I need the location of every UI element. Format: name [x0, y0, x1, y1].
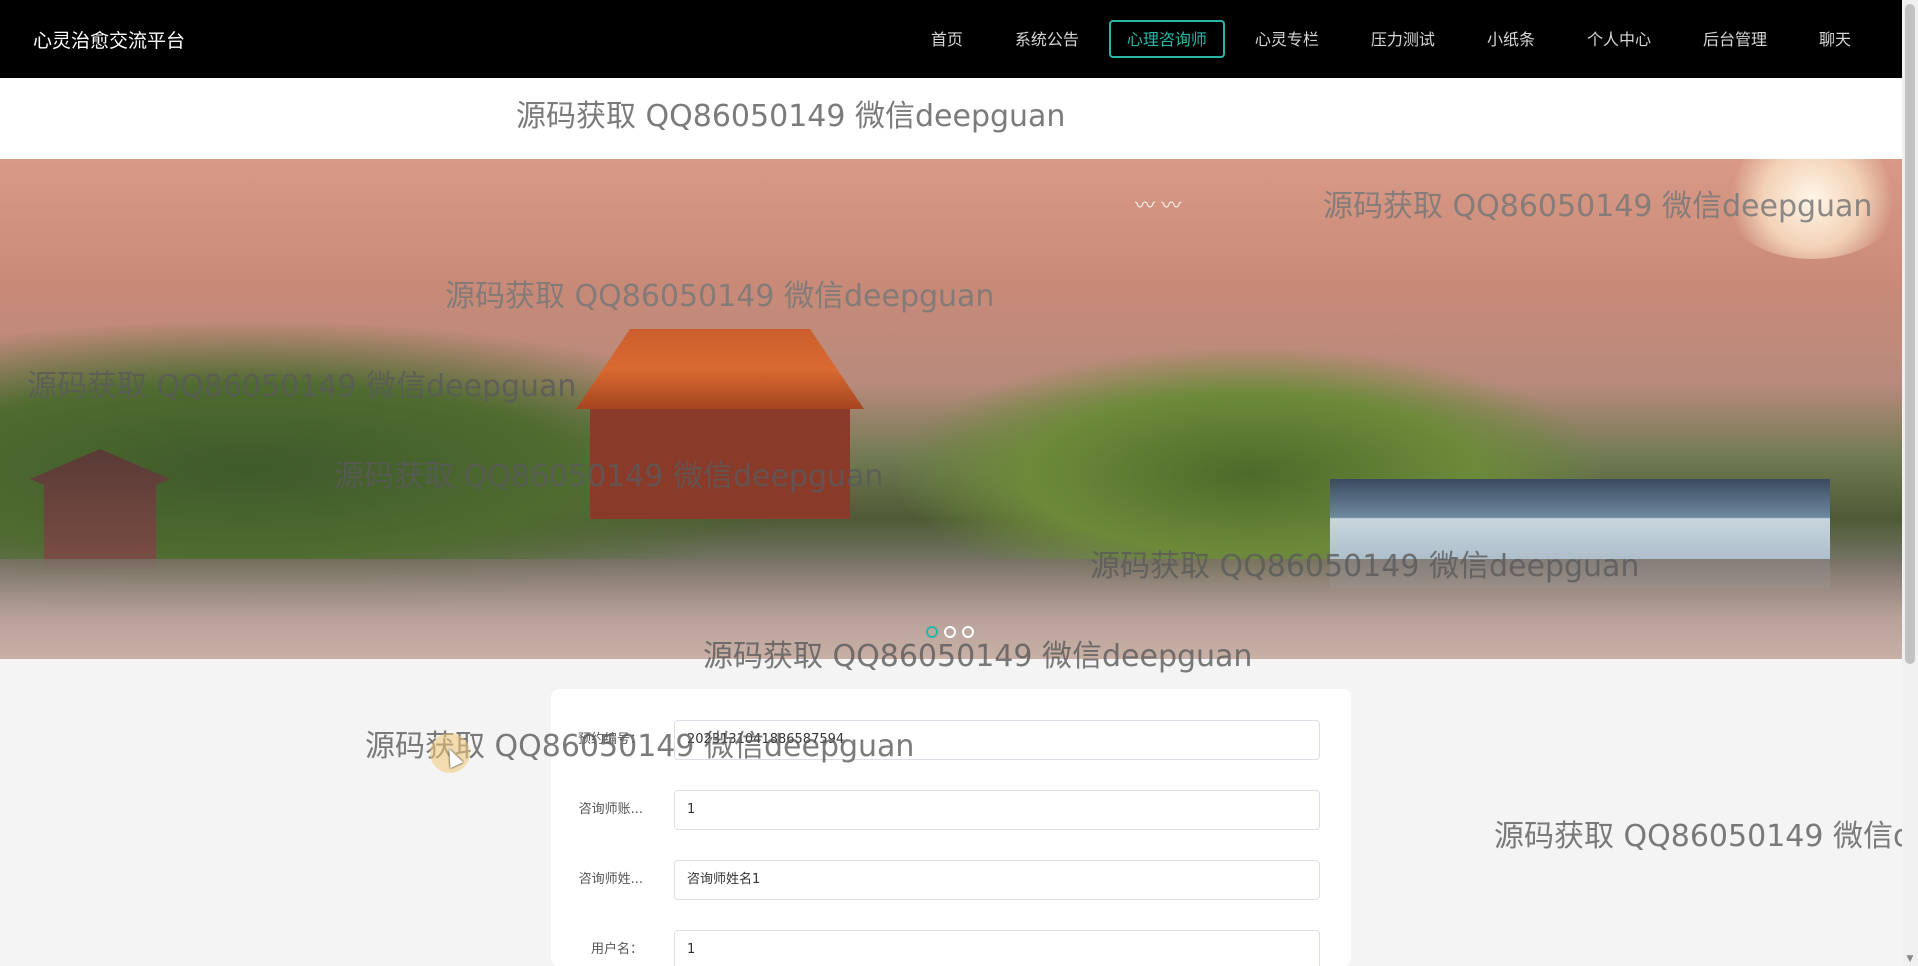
banner-sun [1722, 159, 1902, 259]
scroll-down-arrow-icon[interactable]: ▼ [1905, 954, 1915, 964]
label-appointment-no: 预约编号： [577, 732, 643, 747]
appointment-detail-form: 预约编号： 2023131041886587594 咨询师账... 1 咨询师姓… [551, 689, 1351, 966]
site-brand[interactable]: 心灵治愈交流平台 [33, 26, 185, 53]
label-counselor-name: 咨询师姓... [578, 872, 643, 887]
nav-admin[interactable]: 后台管理 [1677, 20, 1793, 58]
label-username: 用户名： [590, 942, 643, 957]
form-row-username: 用户名： 1 [551, 930, 1351, 966]
form-row-counselor-account: 咨询师账... 1 [551, 790, 1351, 830]
temple-body [590, 409, 850, 519]
watermark-text: 源码获取 QQ86050149 微信de [1494, 819, 1918, 854]
nav-notes[interactable]: 小纸条 [1461, 20, 1561, 58]
carousel-indicators [926, 626, 974, 638]
scrollbar-thumb[interactable] [1905, 4, 1915, 664]
username-field[interactable]: 1 [674, 930, 1320, 966]
appointment-no-field[interactable]: 2023131041886587594 [674, 720, 1320, 760]
birds-icon: 〰 〰 [1135, 193, 1182, 217]
nav-counselors[interactable]: 心理咨询师 [1108, 20, 1225, 58]
nav-chat[interactable]: 聊天 [1793, 20, 1877, 58]
nav-announcements[interactable]: 系统公告 [989, 20, 1105, 58]
carousel-dot-1[interactable] [926, 626, 938, 638]
nav-column[interactable]: 心灵专栏 [1229, 20, 1345, 58]
form-row-counselor-name: 咨询师姓... 咨询师姓名1 [551, 860, 1351, 900]
carousel-dot-3[interactable] [962, 626, 974, 638]
nav-stress-test[interactable]: 压力测试 [1345, 20, 1461, 58]
form-row-appointment-no: 预约编号： 2023131041886587594 [551, 720, 1351, 760]
nav-home[interactable]: 首页 [905, 20, 989, 58]
counselor-name-field[interactable]: 咨询师姓名1 [674, 860, 1320, 900]
counselor-account-field[interactable]: 1 [674, 790, 1320, 830]
top-navbar: 心灵治愈交流平台 首页 系统公告 心理咨询师 心灵专栏 压力测试 小纸条 个人中… [0, 0, 1902, 78]
lake-water [0, 559, 1902, 659]
main-nav: 首页 系统公告 心理咨询师 心灵专栏 压力测试 小纸条 个人中心 后台管理 聊天 [905, 0, 1877, 78]
label-counselor-account: 咨询师账... [578, 802, 643, 817]
banner-carousel[interactable]: 〰 〰 [0, 159, 1902, 659]
header-spacer [0, 78, 1902, 159]
carousel-dot-2[interactable] [944, 626, 956, 638]
nav-personal-center[interactable]: 个人中心 [1561, 20, 1677, 58]
page-scrollbar[interactable]: ▼ [1902, 0, 1918, 966]
